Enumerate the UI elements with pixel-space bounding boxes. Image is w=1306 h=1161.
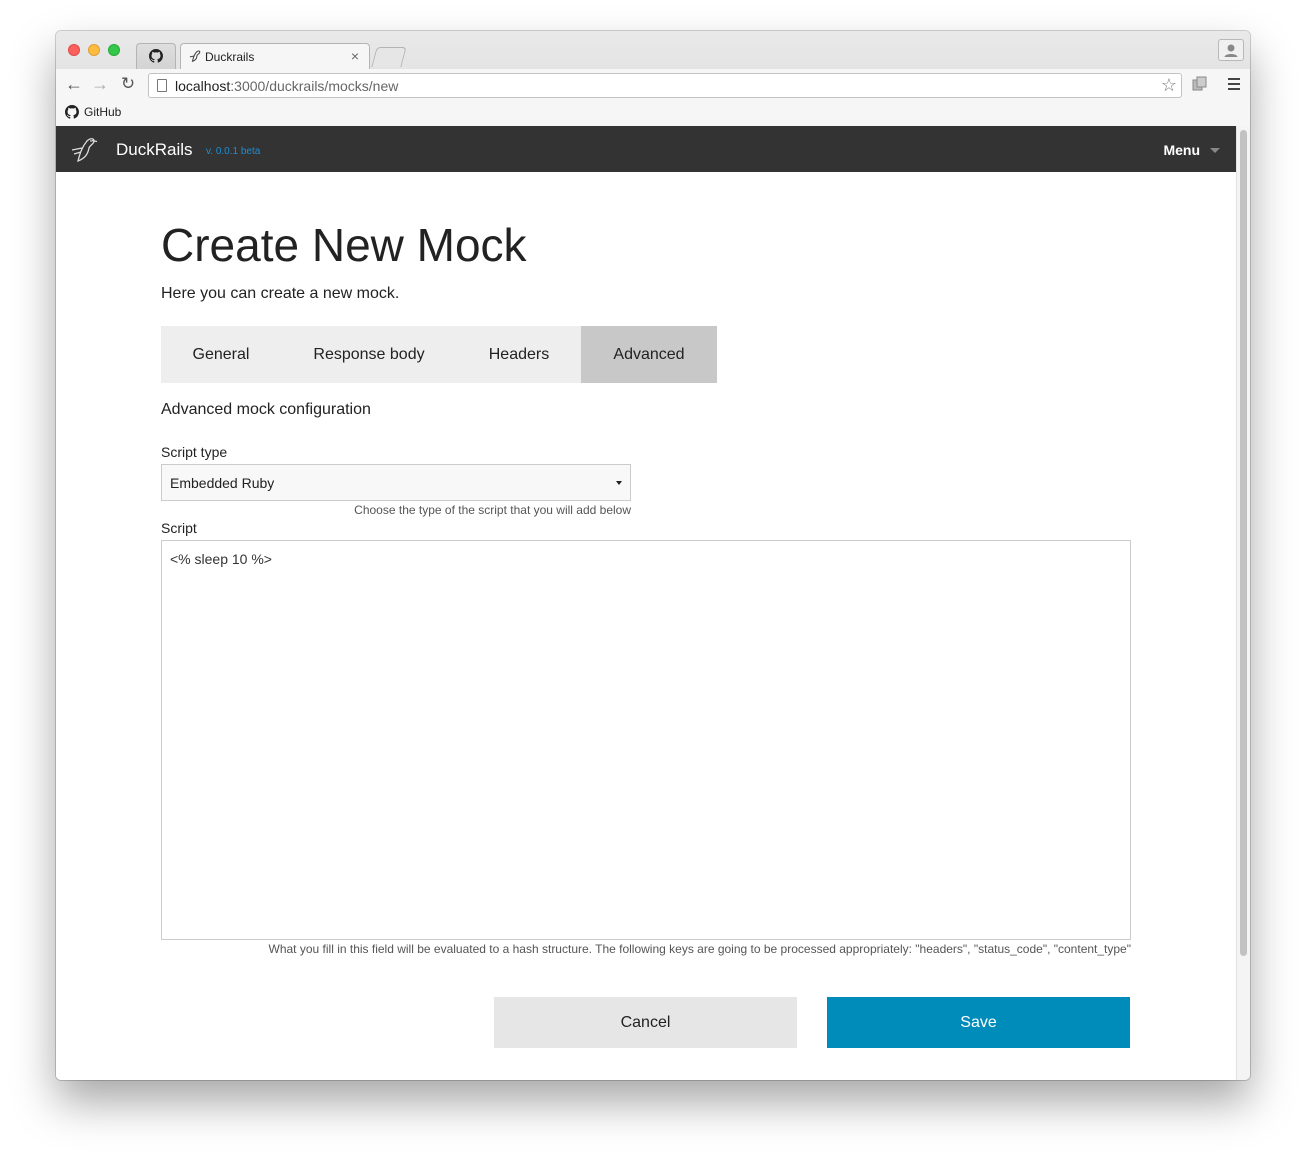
profile-button[interactable] [1218, 39, 1244, 61]
browser-menu-icon[interactable] [1228, 78, 1240, 93]
back-arrow-icon[interactable]: ← [64, 74, 84, 94]
bookmark-label: GitHub [84, 105, 122, 119]
github-icon [65, 105, 79, 119]
mock-tabs: General Response body Headers Advanced [161, 326, 717, 383]
script-type-label: Script type [161, 444, 228, 460]
menu-label: Menu [1163, 142, 1200, 158]
page-subtitle: Here you can create a new mock. [161, 285, 400, 302]
script-help: What you fill in this field will be eval… [268, 942, 1132, 956]
close-tab-icon[interactable]: × [351, 48, 359, 64]
reload-icon[interactable]: ↻ [118, 74, 138, 94]
page-title: Create New Mock [161, 219, 527, 271]
url-text[interactable]: localhost:3000/duckrails/mocks/new [175, 78, 398, 94]
script-type-value: Embedded Ruby [170, 474, 275, 491]
address-bar[interactable]: localhost:3000/duckrails/mocks/new ☆ [148, 73, 1182, 98]
script-textarea[interactable]: <% sleep 10 %> [161, 540, 1131, 940]
close-window-button[interactable] [68, 44, 80, 56]
extension-icon[interactable] [1192, 76, 1208, 92]
version-label: v. 0.0.1 beta [206, 146, 261, 157]
script-type-select[interactable]: Embedded Ruby [161, 464, 631, 501]
caret-down-icon [1210, 147, 1220, 153]
page-scrollbar[interactable] [1236, 126, 1250, 1080]
github-icon [149, 49, 163, 63]
bookmark-github[interactable]: GitHub [65, 105, 121, 119]
user-icon [1224, 44, 1238, 57]
scrollbar-thumb[interactable] [1240, 130, 1247, 956]
page-content: DuckRails v. 0.0.1 beta Menu Create New … [56, 126, 1236, 1080]
page-icon [157, 79, 167, 92]
app-navbar: DuckRails v. 0.0.1 beta Menu [56, 126, 1236, 172]
cancel-button[interactable]: Cancel [494, 997, 797, 1048]
maximize-window-button[interactable] [108, 44, 120, 56]
forward-arrow-icon[interactable]: → [90, 74, 110, 94]
menu-dropdown[interactable]: Menu [1163, 142, 1220, 158]
tab-duckrails[interactable]: Duckrails × [180, 43, 370, 70]
duck-icon [189, 50, 201, 63]
script-label: Script [161, 520, 197, 536]
tab-title: Duckrails [205, 50, 255, 64]
browser-chrome: Duckrails × ← → ↻ localhost:3000/duckrai… [56, 31, 1250, 126]
tab-general[interactable]: General [161, 326, 281, 383]
bookmark-star-icon[interactable]: ☆ [1161, 75, 1177, 96]
bookmarks-bar: GitHub [56, 101, 1250, 126]
new-tab-button[interactable] [371, 47, 407, 67]
browser-toolbar: ← → ↻ localhost:3000/duckrails/mocks/new… [56, 69, 1250, 101]
tab-headers[interactable]: Headers [457, 326, 581, 383]
browser-window: Duckrails × ← → ↻ localhost:3000/duckrai… [56, 31, 1250, 1080]
tab-response-body[interactable]: Response body [281, 326, 457, 383]
brand-name[interactable]: DuckRails [116, 140, 193, 160]
save-button[interactable]: Save [827, 997, 1130, 1048]
minimize-window-button[interactable] [88, 44, 100, 56]
tab-advanced[interactable]: Advanced [581, 326, 717, 383]
script-type-help: Choose the type of the script that you w… [354, 503, 631, 517]
section-title: Advanced mock configuration [161, 401, 371, 418]
tab-github[interactable] [136, 43, 176, 69]
duck-logo-icon[interactable] [70, 133, 102, 165]
chevron-down-icon [616, 480, 622, 485]
